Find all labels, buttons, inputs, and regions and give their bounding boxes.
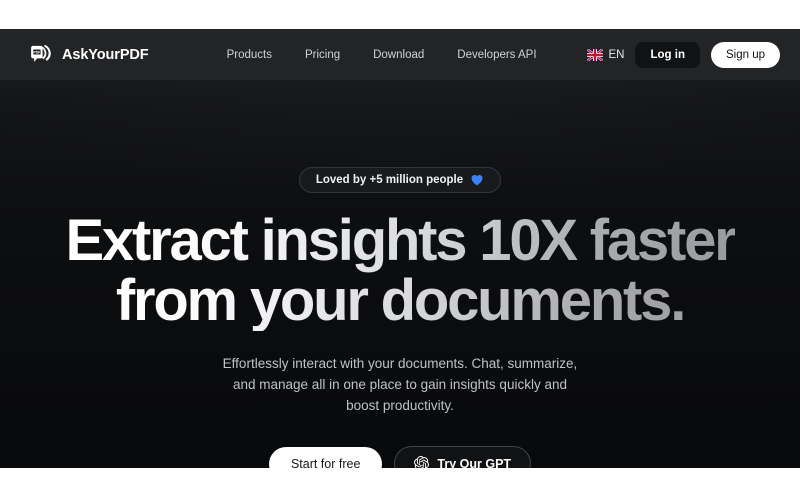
openai-logo-icon [414,456,430,468]
signup-button[interactable]: Sign up [710,41,780,68]
browser-top-strip [0,0,800,29]
brand-name: AskYourPDF [62,46,149,63]
svg-text:PDF: PDF [33,50,41,54]
main-nav: Products Pricing Download Developers API [227,49,537,61]
uk-flag-icon [586,48,603,61]
hero-cta-group: Start for free Try Our GPT [268,446,532,469]
browser-bottom-strip [0,468,800,500]
hero-subtitle-line-3: boost productivity. [346,398,454,413]
social-proof-badge-label: Loved by +5 million people [315,174,464,186]
nav-link-pricing[interactable]: Pricing [305,49,340,61]
page-title-line-2: from your documents. [115,268,685,333]
nav-link-developers-api[interactable]: Developers API [457,49,536,61]
try-our-gpt-label: Try Our GPT [437,456,512,469]
hero-subtitle: Effortlessly interact with your document… [223,353,578,416]
language-code: EN [608,48,625,61]
header-actions: EN Log in Sign up [586,41,780,68]
hero-subtitle-line-1: Effortlessly interact with your document… [222,356,578,371]
nav-link-products[interactable]: Products [227,49,272,61]
social-proof-badge: Loved by +5 million people [298,167,502,193]
page-title-line-1: Extract insights 10X faster [65,208,735,273]
page-title: Extract insights 10X faster from your do… [65,211,734,331]
try-our-gpt-button[interactable]: Try Our GPT [394,446,532,469]
brand-logo[interactable]: PDF AskYourPDF [28,42,149,67]
nav-link-download[interactable]: Download [373,49,424,61]
start-for-free-button[interactable]: Start for free [268,446,383,468]
landing-page: PDF AskYourPDF Products Pricing Download… [0,29,800,468]
askyourpdf-document-logo-icon: PDF [31,44,51,62]
hero-subtitle-line-2: and manage all in one place to gain insi… [233,377,567,392]
blue-heart-icon [471,175,483,186]
login-button[interactable]: Log in [635,41,700,68]
language-switcher[interactable]: EN [586,48,625,61]
hero-section: Loved by +5 million people Extract insig… [0,80,800,468]
site-header: PDF AskYourPDF Products Pricing Download… [0,29,800,80]
